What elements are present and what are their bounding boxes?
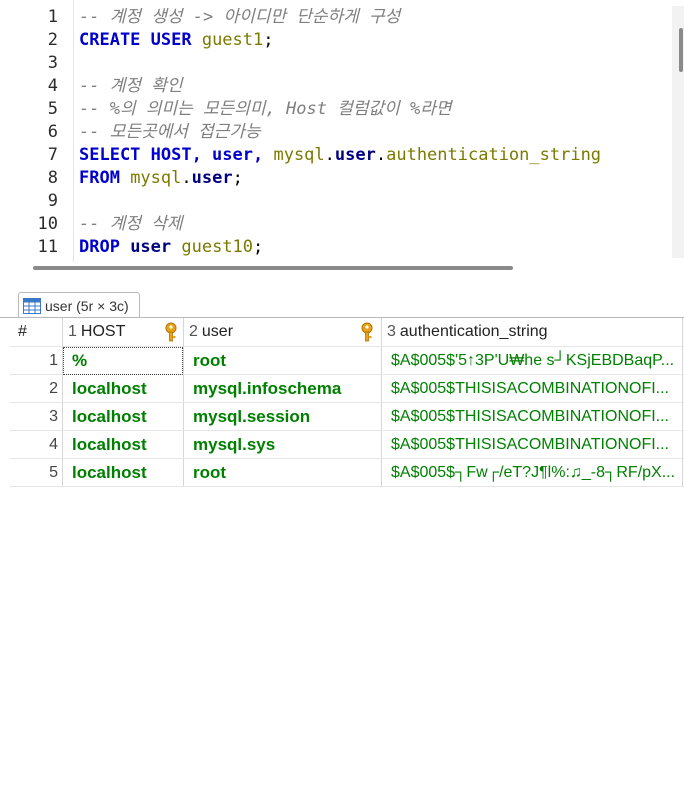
primary-key-icon: [361, 322, 373, 342]
focused-cell-outline: [63, 347, 183, 375]
cell-host[interactable]: localhost: [72, 459, 180, 487]
line-number: 7: [47, 145, 58, 165]
code-line[interactable]: 6 -- 모든곳에서 접근가능: [0, 121, 672, 144]
line-number: 2: [47, 30, 58, 50]
line-number: 11: [37, 237, 58, 257]
cell-user[interactable]: root: [193, 459, 377, 487]
table-row[interactable]: 5 localhost root $A$005$┐Fw┌/eT?J¶l%:♫_-8┐R…: [10, 459, 684, 487]
code-line[interactable]: 11 DROP user guest10;: [0, 236, 672, 259]
line-number: 4: [47, 76, 58, 96]
column-number: 2: [189, 323, 198, 340]
editor-horizontal-scroll-thumb[interactable]: [33, 266, 513, 270]
code-token: -- 계정 삭제: [79, 214, 183, 234]
code-token: ;: [232, 168, 243, 188]
cell-user[interactable]: mysql.infoschema: [193, 375, 377, 403]
cell-host[interactable]: localhost: [72, 431, 180, 459]
column-header-authentication-string[interactable]: 3 authentication_string: [387, 318, 677, 346]
code-token: ;: [263, 30, 274, 50]
row-number: 2: [49, 380, 58, 397]
column-number: 3: [387, 323, 396, 340]
table-row[interactable]: 3 localhost mysql.session $A$005$THISISACOM…: [10, 403, 684, 431]
code-line[interactable]: 10 -- 계정 삭제: [0, 213, 672, 236]
code-text: -- %의 의미는 모든의미, Host 컬럼값이 %라면: [79, 98, 451, 121]
code-token: guest1: [201, 30, 264, 50]
code-text: -- 계정 확인: [79, 75, 183, 98]
code-token: SELECT HOST, user,: [79, 145, 274, 165]
code-line[interactable]: 2 CREATE USER guest1;: [0, 29, 672, 52]
result-tab-user[interactable]: user (5r × 3c): [18, 292, 140, 319]
column-name: authentication_string: [399, 323, 548, 340]
column-number: 1: [68, 323, 77, 340]
code-text: -- 계정 삭제: [79, 213, 183, 236]
table-row[interactable]: 4 localhost mysql.sys $A$005$THISISACOMBINA…: [10, 431, 684, 459]
rownum-header-label: #: [18, 323, 27, 340]
code-token: FROM: [79, 168, 131, 188]
column-name: user: [201, 323, 234, 340]
row-number: 3: [49, 408, 58, 425]
column-name: HOST: [80, 323, 126, 340]
code-line[interactable]: 8 FROM mysql.user;: [0, 167, 672, 190]
editor-vertical-scroll-thumb[interactable]: [679, 28, 683, 72]
column-header-user[interactable]: 2 user: [189, 318, 385, 346]
code-token: user: [191, 168, 233, 188]
code-line[interactable]: 7 SELECT HOST, user, mysql.user.authentic…: [0, 144, 672, 167]
table-grid-icon: [23, 298, 41, 314]
code-token: guest10: [181, 237, 254, 257]
code-text: FROM mysql.user;: [79, 167, 243, 190]
code-line[interactable]: 9: [0, 190, 672, 213]
result-tab-label: user (5r × 3c): [45, 298, 129, 314]
cell-authentication-string[interactable]: $A$005$THISISACOMBINATIONOFI...: [391, 403, 679, 431]
cell-authentication-string[interactable]: $A$005$┐Fw┌/eT?J¶l%:♫_-8┐RF/pX...: [391, 459, 679, 487]
row-divider: [10, 486, 684, 487]
code-token: CREATE USER: [79, 30, 202, 50]
code-line[interactable]: 4 -- 계정 확인: [0, 75, 672, 98]
code-token: user: [130, 237, 182, 257]
code-text: CREATE USER guest1;: [79, 29, 274, 52]
row-number: 5: [49, 464, 58, 481]
line-number: 10: [37, 214, 58, 234]
code-token: .: [324, 145, 335, 165]
code-token: .: [375, 145, 387, 165]
row-number: 1: [49, 352, 58, 369]
code-token: DROP: [79, 237, 131, 257]
line-number: 8: [47, 168, 58, 188]
code-text: DROP user guest10;: [79, 236, 263, 259]
code-text: SELECT HOST, user, mysql.user.authentica…: [79, 144, 601, 167]
code-token: -- %의 의미는 모든의미, Host 컬럼값이 %라면: [79, 99, 452, 119]
primary-key-icon: [165, 322, 177, 342]
code-token: -- 계정 생성 -> 아이디만 단순하게 구성: [79, 7, 401, 27]
code-text: -- 계정 생성 -> 아이디만 단순하게 구성: [79, 6, 400, 29]
line-number: 6: [47, 122, 58, 142]
code-line[interactable]: 3: [0, 52, 672, 75]
row-number: 4: [49, 436, 58, 453]
code-token: -- 모든곳에서 접근가능: [79, 122, 261, 142]
code-token: .: [181, 168, 192, 188]
cell-user[interactable]: mysql.sys: [193, 431, 377, 459]
line-number: 1: [47, 7, 58, 27]
code-token: -- 계정 확인: [79, 76, 183, 96]
sql-editor[interactable]: 1 -- 계정 생성 -> 아이디만 단순하게 구성 2 CREATE USER gu…: [0, 0, 684, 264]
cell-host[interactable]: localhost: [72, 403, 180, 431]
cell-user[interactable]: mysql.session: [193, 403, 377, 431]
cell-user[interactable]: root: [193, 347, 377, 375]
cell-authentication-string[interactable]: $A$005$THISISACOMBINATIONOFI...: [391, 431, 679, 459]
code-token: authentication_string: [386, 145, 602, 165]
code-line[interactable]: 5 -- %의 의미는 모든의미, Host 컬럼값이 %라면: [0, 98, 672, 121]
line-number: 3: [47, 53, 58, 73]
line-number: 5: [47, 99, 58, 119]
line-number: 9: [47, 191, 58, 211]
table-row[interactable]: 2 localhost mysql.infoschema $A$005$THISISA…: [10, 375, 684, 403]
code-token: mysql: [273, 145, 325, 165]
cell-host[interactable]: localhost: [72, 375, 180, 403]
cell-authentication-string[interactable]: $A$005$THISISACOMBINATIONOFI...: [391, 375, 679, 403]
rownum-header: #: [18, 318, 58, 346]
code-token: mysql: [130, 168, 182, 188]
code-token: user: [334, 145, 376, 165]
code-line[interactable]: 1 -- 계정 생성 -> 아이디만 단순하게 구성: [0, 6, 672, 29]
code-token: ;: [253, 237, 264, 257]
code-text: -- 모든곳에서 접근가능: [79, 121, 261, 144]
cell-authentication-string[interactable]: $A$005$'5↑3P'U₩he s┘KSjEBDBaqP...: [391, 347, 679, 375]
